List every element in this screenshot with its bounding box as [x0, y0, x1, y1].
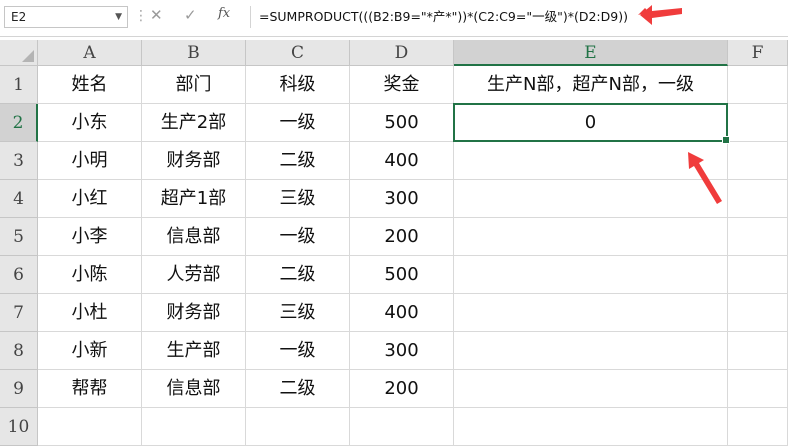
- arrow-to-formula: [638, 5, 682, 25]
- annotation-arrows: [638, 5, 722, 204]
- arrow-to-result: [688, 152, 722, 204]
